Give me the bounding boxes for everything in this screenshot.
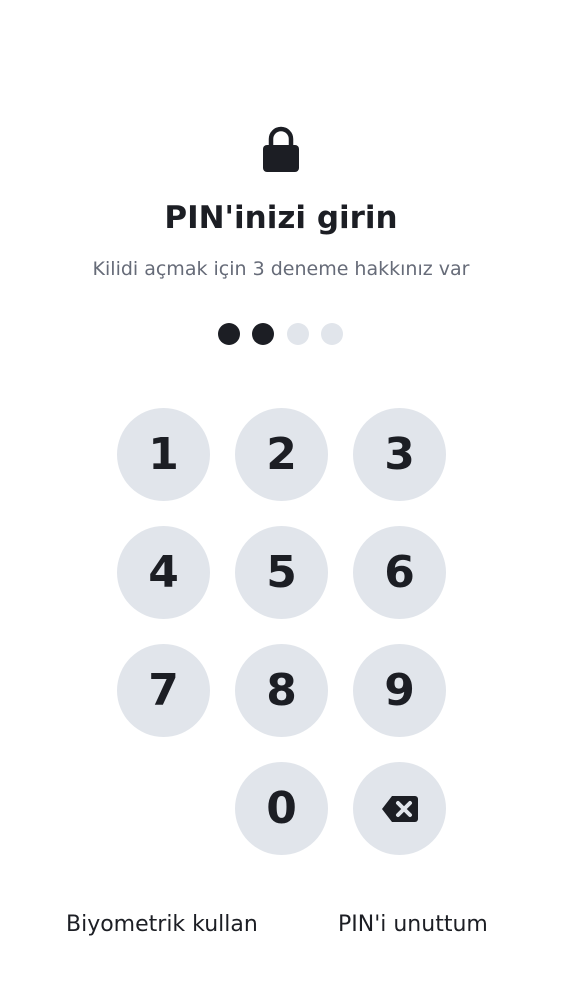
backspace-icon xyxy=(381,795,418,822)
pin-indicator xyxy=(0,323,562,345)
key-8[interactable]: 8 xyxy=(235,644,328,737)
key-0[interactable]: 0 xyxy=(235,762,328,855)
pin-dot xyxy=(321,323,343,345)
key-3[interactable]: 3 xyxy=(353,408,446,501)
key-9[interactable]: 9 xyxy=(353,644,446,737)
key-4[interactable]: 4 xyxy=(117,526,210,619)
key-6[interactable]: 6 xyxy=(353,526,446,619)
backspace-button[interactable] xyxy=(353,762,446,855)
pin-dot xyxy=(287,323,309,345)
key-7[interactable]: 7 xyxy=(117,644,210,737)
lock-icon xyxy=(263,126,299,172)
pin-dot xyxy=(218,323,240,345)
page-title: PIN'inizi girin xyxy=(164,200,398,236)
key-5[interactable]: 5 xyxy=(235,526,328,619)
use-biometric-button[interactable]: Biyometrik kullan xyxy=(66,912,258,937)
forgot-pin-button[interactable]: PIN'i unuttum xyxy=(338,912,488,937)
key-1[interactable]: 1 xyxy=(117,408,210,501)
attempts-remaining-text: Kilidi açmak için 3 deneme hakkınız var xyxy=(92,258,470,280)
pin-dot xyxy=(252,323,274,345)
key-2[interactable]: 2 xyxy=(235,408,328,501)
